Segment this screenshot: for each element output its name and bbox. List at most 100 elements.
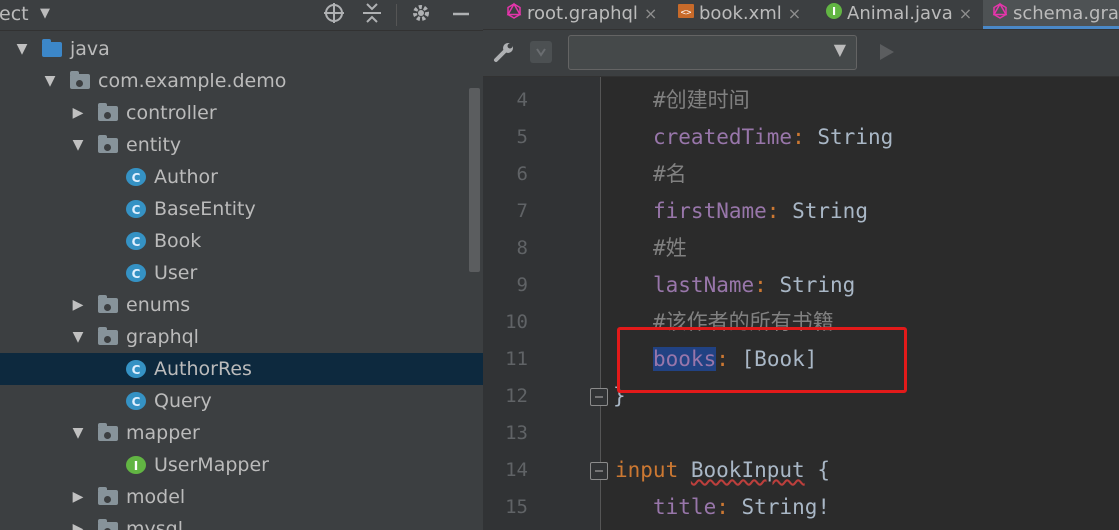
project-panel-header: ect ▼ bbox=[0, 0, 483, 31]
package-dot bbox=[104, 112, 111, 119]
tree-item-label: java bbox=[70, 38, 110, 60]
project-panel-title: ect bbox=[0, 3, 29, 25]
expand-down-icon[interactable]: ▼ bbox=[14, 33, 30, 65]
line-number: 4 bbox=[516, 89, 528, 111]
vcs-icon[interactable] bbox=[530, 41, 552, 63]
tree-item-usermapper[interactable]: I UserMapper bbox=[0, 449, 483, 481]
line-number: 12 bbox=[505, 385, 528, 407]
tab-book-xml[interactable]: <> book.xml × bbox=[669, 0, 809, 29]
code-comment: #创建时间 bbox=[653, 88, 750, 112]
expand-right-icon[interactable]: ▶ bbox=[70, 289, 86, 321]
expand-right-icon[interactable]: ▶ bbox=[70, 481, 86, 513]
source-folder-icon bbox=[42, 39, 62, 57]
tree-item-com-example-demo[interactable]: ▼ com.example.demo bbox=[0, 65, 483, 97]
line-number: 6 bbox=[516, 163, 528, 185]
code-colon: : bbox=[716, 495, 729, 519]
project-view-dropdown-icon[interactable]: ▼ bbox=[40, 6, 50, 21]
tree-item-label: BaseEntity bbox=[154, 198, 256, 220]
fold-start-icon[interactable] bbox=[590, 462, 608, 480]
code-line: createdTime: String bbox=[653, 119, 893, 156]
code-brace: { bbox=[817, 458, 830, 482]
tree-item-user[interactable]: C User bbox=[0, 257, 483, 289]
tree-item-entity[interactable]: ▼ entity bbox=[0, 129, 483, 161]
tree-item-label: Author bbox=[154, 166, 218, 188]
locate-icon[interactable] bbox=[323, 2, 345, 29]
tree-item-baseentity[interactable]: C BaseEntity bbox=[0, 193, 483, 225]
package-icon bbox=[98, 103, 118, 121]
close-icon[interactable]: × bbox=[788, 4, 801, 23]
code-field-type: String bbox=[817, 125, 894, 149]
code-comment: #姓 bbox=[653, 236, 687, 260]
tree-item-label: com.example.demo bbox=[98, 70, 287, 92]
close-icon[interactable]: × bbox=[644, 4, 657, 23]
tree-item-label: User bbox=[154, 262, 198, 284]
expand-down-icon[interactable]: ▼ bbox=[70, 129, 86, 161]
fold-end-icon[interactable] bbox=[590, 388, 608, 406]
tab-schema-grap[interactable]: schema.grap bbox=[983, 0, 1119, 29]
tab-animal-java[interactable]: I Animal.java × bbox=[817, 0, 980, 29]
run-configuration-select[interactable]: ▼ bbox=[568, 35, 857, 70]
svg-text:<>: <> bbox=[681, 8, 692, 18]
tree-item-enums[interactable]: ▶ enums bbox=[0, 289, 483, 321]
line-number: 11 bbox=[505, 348, 528, 370]
svg-text:I: I bbox=[832, 5, 836, 18]
tree-item-model[interactable]: ▶ model bbox=[0, 481, 483, 513]
tree-item-mysql[interactable]: ▶ mysql bbox=[0, 513, 483, 530]
tab-root-graphql[interactable]: root.graphql × bbox=[497, 0, 665, 29]
tree-item-label: UserMapper bbox=[154, 454, 269, 476]
tree-item-java[interactable]: ▼ java bbox=[0, 33, 483, 65]
code-comment: #名 bbox=[653, 162, 687, 186]
interface-icon: I bbox=[825, 1, 843, 28]
tree-item-mapper[interactable]: ▼ mapper bbox=[0, 417, 483, 449]
gear-icon[interactable] bbox=[410, 2, 432, 29]
tree-item-label: Book bbox=[154, 230, 202, 252]
wrench-icon[interactable] bbox=[493, 41, 515, 67]
expand-right-icon[interactable]: ▶ bbox=[70, 97, 86, 129]
package-icon bbox=[98, 519, 118, 530]
expand-down-icon[interactable]: ▼ bbox=[42, 65, 58, 97]
tree-item-query[interactable]: C Query bbox=[0, 385, 483, 417]
class-icon: C bbox=[126, 264, 146, 282]
code-field-type: String bbox=[779, 273, 856, 297]
code-type-name: BookInput bbox=[690, 458, 805, 482]
code-field-name: firstName bbox=[653, 199, 767, 223]
class-icon: C bbox=[126, 232, 146, 250]
package-icon bbox=[70, 71, 90, 89]
project-panel: ect ▼ ▼ java ▼ com.example.demo ▶ controller ▼… bbox=[0, 0, 483, 530]
graphql-icon bbox=[505, 1, 523, 28]
line-number: 9 bbox=[516, 274, 528, 296]
collapse-all-icon[interactable] bbox=[361, 2, 383, 29]
line-number: 13 bbox=[505, 422, 528, 444]
tree-item-graphql[interactable]: ▼ graphql bbox=[0, 321, 483, 353]
code-line: input BookInput { bbox=[615, 452, 830, 489]
expand-down-icon[interactable]: ▼ bbox=[70, 417, 86, 449]
tree-item-authorres[interactable]: C AuthorRes bbox=[0, 353, 483, 385]
tree-item-book[interactable]: C Book bbox=[0, 225, 483, 257]
line-number: 14 bbox=[505, 459, 528, 481]
code-colon: : bbox=[792, 125, 805, 149]
tree-item-author[interactable]: C Author bbox=[0, 161, 483, 193]
project-scrollbar[interactable] bbox=[469, 88, 480, 272]
expand-right-icon[interactable]: ▶ bbox=[70, 513, 86, 530]
code-line: #姓 bbox=[653, 230, 687, 267]
tree-item-controller[interactable]: ▶ controller bbox=[0, 97, 483, 129]
code-line: #创建时间 bbox=[653, 82, 750, 119]
line-number: 5 bbox=[516, 126, 528, 148]
code-line: #名 bbox=[653, 156, 687, 193]
code-line: firstName: String bbox=[653, 193, 868, 230]
code-line: title: String! bbox=[653, 489, 830, 526]
tab-label: root.graphql bbox=[527, 3, 638, 24]
code-keyword: input bbox=[615, 458, 679, 482]
package-icon bbox=[98, 327, 118, 345]
package-icon bbox=[98, 135, 118, 153]
interface-icon: I bbox=[126, 456, 146, 474]
package-icon bbox=[98, 423, 118, 441]
expand-down-icon[interactable]: ▼ bbox=[70, 321, 86, 353]
tree-item-label: graphql bbox=[126, 326, 199, 348]
class-icon: C bbox=[126, 392, 146, 410]
close-icon[interactable]: × bbox=[959, 4, 972, 23]
code-colon: : bbox=[754, 273, 767, 297]
editor-tab-bar: root.graphql × <> book.xml × I Animal.java × sch… bbox=[483, 0, 1119, 30]
minimize-icon[interactable] bbox=[450, 2, 472, 29]
run-icon[interactable] bbox=[877, 41, 897, 67]
